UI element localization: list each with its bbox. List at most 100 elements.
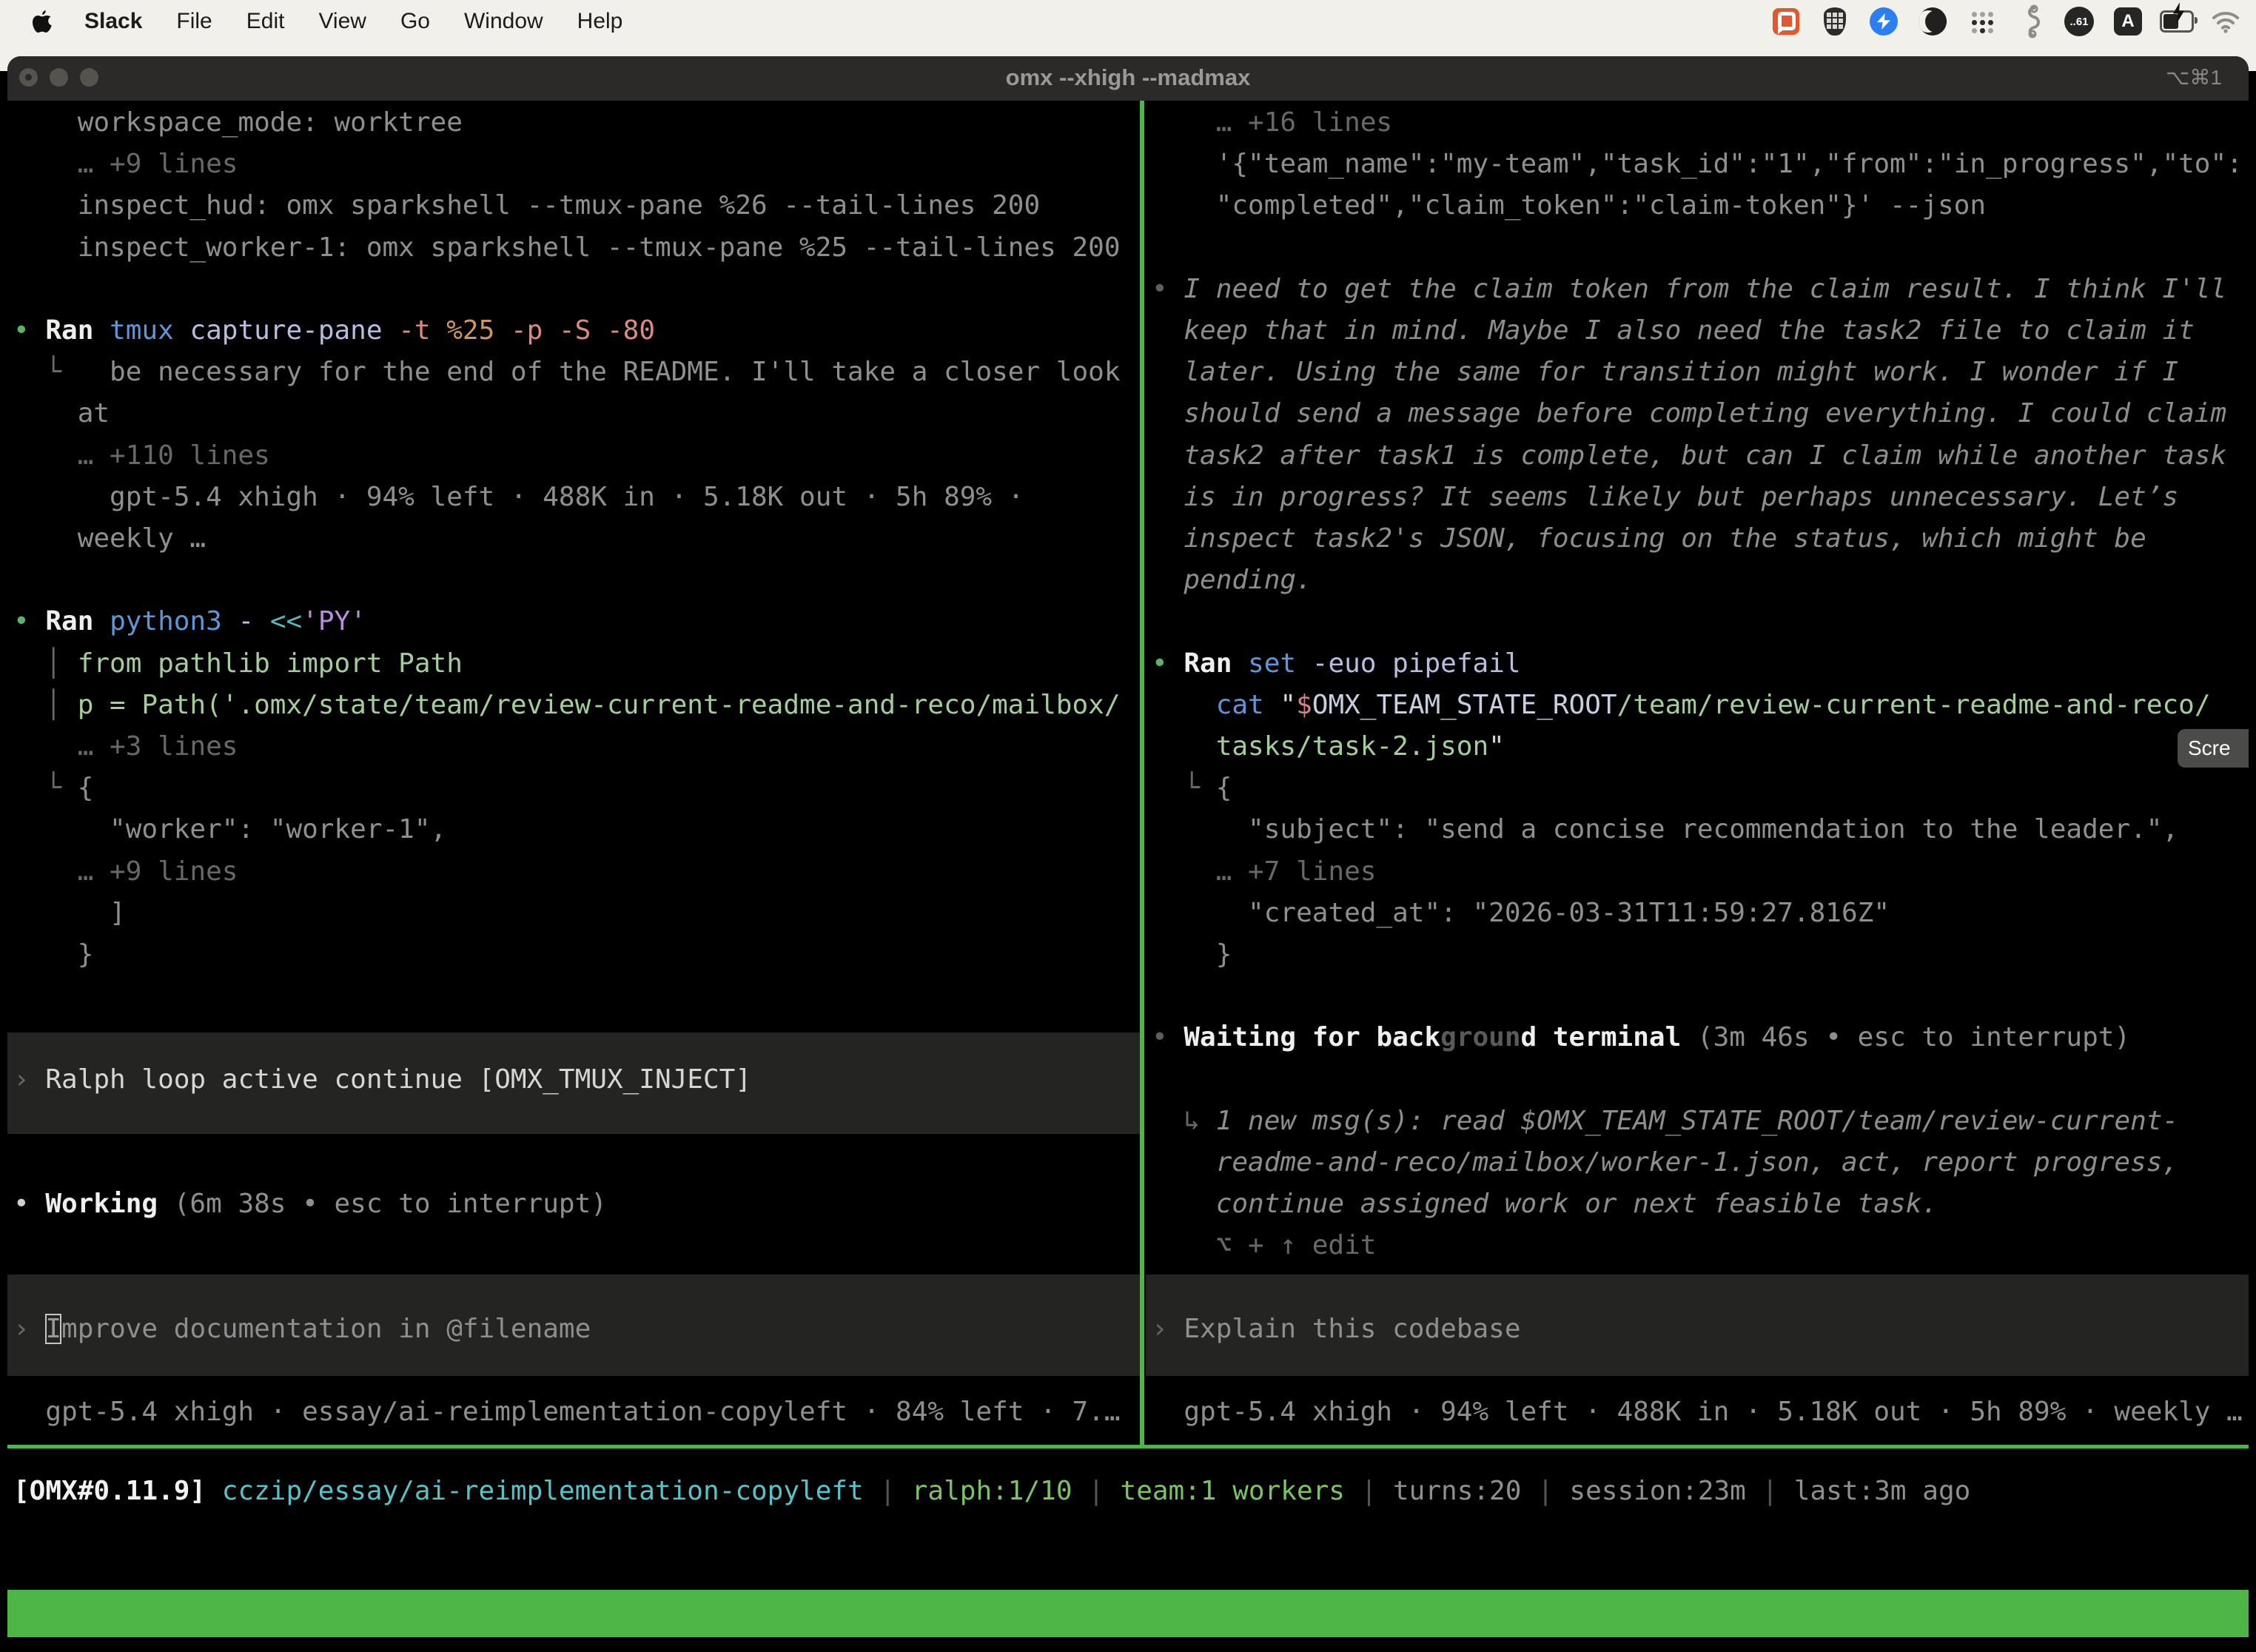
shield-grid-icon[interactable] (1818, 4, 1852, 38)
terminal-line: keep that in mind. Maybe I also need the… (1152, 310, 2249, 352)
chat-app-icon[interactable] (1769, 4, 1803, 38)
wifi-glyph (2211, 10, 2240, 33)
prompt-placeholder-left: › Improve documentation in @filename (13, 1309, 1140, 1350)
menu-item-go[interactable]: Go (400, 9, 430, 34)
window-title-bar[interactable]: omx --xhigh --madmax ⌥⌘1 (7, 56, 2249, 102)
prompt-placeholder-right: › Explain this codebase (1152, 1309, 2249, 1350)
text-segment: p = Path('.omx/state/team/review-current… (78, 690, 1121, 720)
terminal-line: task2 after task1 is complete, but can I… (1152, 435, 2249, 477)
text-segment: -p -S -80 (511, 315, 655, 346)
terminal-line: "worker": "worker-1", (13, 809, 1140, 850)
text-segment: • (13, 606, 45, 637)
dots-grid-icon[interactable] (1964, 4, 1998, 38)
text-segment: Ran (45, 315, 110, 346)
window-title: omx --xhigh --madmax (7, 56, 2249, 101)
terminal-line: } (13, 934, 1140, 976)
terminal-line: … +16 lines (1152, 102, 2249, 144)
text-segment: 1 new msg(s): read $OMX_TEAM_STATE_ROOT/… (1216, 1106, 2178, 1136)
text-segment: continue assigned work or next feasible … (1152, 1189, 1938, 1219)
text-segment: weekly … (13, 523, 206, 554)
terminal-line: └ be necessary for the end of the README… (13, 352, 1140, 393)
text-segment: ↳ (1152, 1106, 1216, 1136)
text-segment: • (13, 1189, 45, 1219)
text-segment: " (1280, 690, 1296, 720)
window-shortcut-hint: ⌥⌘1 (2166, 56, 2222, 101)
session-stats-left: gpt-5.4 xhigh · essay/ai-reimplementatio… (13, 1391, 1140, 1433)
terminal-line: "created_at": "2026-03-31T11:59:27.816Z" (1152, 893, 2249, 934)
text-segment: gpt-5.4 xhigh · essay/ai-reimplementatio… (13, 1397, 1121, 1427)
text-segment: keep that in mind. Maybe I also need the… (1152, 315, 2195, 346)
text-segment: -t (398, 315, 446, 346)
terminal-line: inspect_hud: omx sparkshell --tmux-pane … (13, 185, 1140, 226)
terminal-line: workspace_mode: worktree (13, 102, 1140, 144)
moon-icon[interactable] (1916, 4, 1950, 38)
menu-item-edit[interactable]: Edit (246, 9, 285, 34)
text-segment: … +16 lines (1152, 107, 1392, 138)
text-segment: Ralph loop active continue [OMX_TMUX_INJ… (45, 1064, 751, 1095)
shield-glyph (1824, 7, 1846, 36)
terminal-line: "subject": "send a concise recommendatio… (1152, 809, 2249, 850)
terminal-content: workspace_mode: worktree … +9 lines insp… (7, 101, 2249, 1590)
battery-percent-label: ..61 (2064, 7, 2094, 36)
menu-bar-status-icons: ..61 A (1754, 0, 2243, 43)
text-segment: └ (13, 357, 61, 387)
text-segment: %25 (446, 315, 511, 346)
apple-menu[interactable] (31, 9, 53, 34)
text-segment: pending. (1152, 565, 1312, 595)
text-segment: (6m 38s • esc to interrupt) (174, 1189, 607, 1219)
text-segment: "subject": "send a concise recommendatio… (1152, 814, 2178, 845)
wifi-icon[interactable] (2209, 4, 2243, 38)
terminal-line: … +7 lines (1152, 851, 2249, 893)
battery-glyph (2160, 10, 2194, 33)
text-segment: Waiting for back (1184, 1022, 1440, 1052)
text-segment: { (78, 773, 94, 803)
screen-share-tooltip: Scre (2178, 729, 2249, 768)
hook-icon[interactable] (2013, 4, 2047, 38)
terminal-line: should send a message before completing … (1152, 393, 2249, 434)
menu-item-view[interactable]: View (318, 9, 366, 34)
menu-item-window[interactable]: Window (464, 9, 543, 34)
text-segment: › (13, 1064, 45, 1095)
terminal-line: ] (13, 893, 1140, 934)
text-segment: I need to get the claim token from the c… (1184, 274, 2226, 304)
waiting-status-line: • Waiting for background terminal (3m 46… (1152, 1017, 2249, 1058)
chat-app-glyph (1773, 8, 1799, 35)
text-segment: at (13, 398, 110, 429)
text-segment: groun (1440, 1022, 1520, 1052)
terminal-line: continue assigned work or next feasible … (1152, 1183, 2249, 1225)
terminal-line: │ from pathlib import Path (13, 643, 1140, 685)
text-segment: is in progress? It seems likely but perh… (1152, 482, 2178, 512)
input-source-letter: A (2114, 7, 2142, 36)
battery-icon[interactable] (2160, 4, 2194, 38)
pane-left[interactable]: workspace_mode: worktree … +9 lines insp… (7, 101, 1140, 1445)
text-segment: › (1152, 1314, 1184, 1344)
text-segment: Ran (45, 606, 110, 637)
text-segment: inspect_hud: omx sparkshell --tmux-pane … (13, 190, 1040, 221)
pane-right[interactable]: … +16 lines '{"team_name":"my-team","tas… (1146, 101, 2249, 1445)
text-segment: team:1 workers (1121, 1476, 1345, 1506)
tmux-pane-divider[interactable] (1140, 101, 1144, 1448)
text-segment: << (270, 606, 302, 637)
messenger-badge-icon[interactable] (1867, 4, 1901, 38)
text-segment: Working (45, 1189, 173, 1219)
terminal-line: • Ran set -euo pipefail (1152, 643, 2249, 685)
text-segment: { (1216, 773, 1232, 803)
terminal-line: gpt-5.4 xhigh · 94% left · 488K in · 5.1… (13, 477, 1140, 518)
text-segment: ⌥ + ↑ edit (1152, 1230, 1376, 1260)
text-segment: • (13, 315, 45, 346)
app-menu-slack[interactable]: Slack (84, 9, 142, 34)
text-segment: … +7 lines (1152, 856, 1376, 887)
battery-percent-badge[interactable]: ..61 (2062, 4, 2096, 38)
text-segment: task2 after task1 is complete, but can I… (1152, 440, 2226, 471)
text-segment: d terminal (1521, 1022, 1697, 1052)
text-segment: $ (1296, 690, 1312, 720)
input-source-a-icon[interactable]: A (2111, 4, 2145, 38)
menu-item-file[interactable]: File (176, 9, 212, 34)
terminal-line: … +9 lines (13, 144, 1140, 185)
text-segment: - (238, 606, 269, 637)
text-segment: } (1152, 939, 1232, 970)
text-segment: Explain this codebase (1184, 1314, 1520, 1344)
terminal-line: } (1152, 934, 2249, 976)
menu-item-help[interactable]: Help (577, 9, 623, 34)
text-segment: (3m 46s • esc to interrupt) (1697, 1022, 2130, 1052)
